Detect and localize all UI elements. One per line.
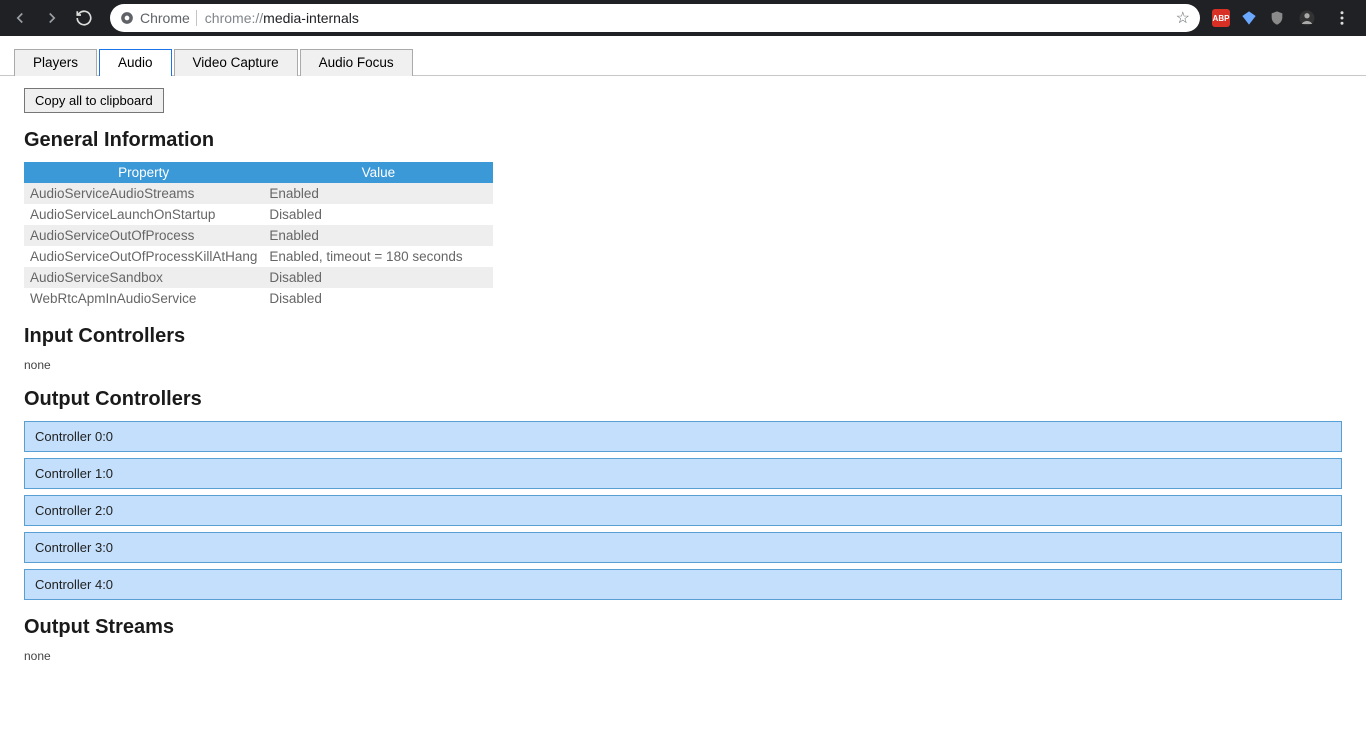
cell-property: AudioServiceSandbox bbox=[24, 267, 263, 288]
heading-output-controllers: Output Controllers bbox=[24, 388, 1342, 411]
site-chip-label: Chrome bbox=[140, 10, 190, 26]
url-text: chrome://media-internals bbox=[205, 10, 1168, 26]
table-row: AudioServiceLaunchOnStartupDisabled bbox=[24, 204, 493, 225]
output-controller-list: Controller 0:0 Controller 1:0 Controller 2… bbox=[24, 421, 1342, 600]
table-row: AudioServiceSandboxDisabled bbox=[24, 267, 493, 288]
output-controller-item[interactable]: Controller 2:0 bbox=[24, 495, 1342, 526]
table-row: AudioServiceOutOfProcessEnabled bbox=[24, 225, 493, 246]
cell-value: Enabled bbox=[263, 183, 493, 204]
tab-audio[interactable]: Audio bbox=[99, 49, 172, 76]
table-row: AudioServiceAudioStreamsEnabled bbox=[24, 183, 493, 204]
output-streams-none: none bbox=[24, 649, 1342, 663]
output-controller-item[interactable]: Controller 4:0 bbox=[24, 569, 1342, 600]
back-button[interactable] bbox=[6, 4, 34, 32]
abp-extension-icon[interactable]: ABP bbox=[1212, 9, 1230, 27]
table-row: AudioServiceOutOfProcessKillAtHangEnable… bbox=[24, 246, 493, 267]
cell-value: Enabled bbox=[263, 225, 493, 246]
extension-icon-shield[interactable] bbox=[1268, 9, 1286, 27]
bookmark-star-icon[interactable]: ☆ bbox=[1176, 8, 1190, 28]
copy-all-button[interactable]: Copy all to clipboard bbox=[24, 88, 164, 113]
extension-icons: ABP bbox=[1212, 4, 1360, 32]
heading-general-information: General Information bbox=[24, 129, 1342, 152]
forward-button[interactable] bbox=[38, 4, 66, 32]
browser-toolbar: Chrome chrome://media-internals ☆ ABP bbox=[0, 0, 1366, 36]
profile-avatar[interactable] bbox=[1296, 7, 1318, 29]
output-controller-item[interactable]: Controller 1:0 bbox=[24, 458, 1342, 489]
input-controllers-none: none bbox=[24, 358, 1342, 372]
table-header-value: Value bbox=[263, 162, 493, 183]
tab-video-capture[interactable]: Video Capture bbox=[174, 49, 298, 76]
general-info-table: Property Value AudioServiceAudioStreamsE… bbox=[24, 162, 493, 309]
tab-strip: Players Audio Video Capture Audio Focus bbox=[0, 36, 1366, 76]
main-content: Copy all to clipboard General Informatio… bbox=[0, 76, 1366, 675]
tab-audio-focus[interactable]: Audio Focus bbox=[300, 49, 413, 76]
output-controller-item[interactable]: Controller 0:0 bbox=[24, 421, 1342, 452]
site-chip: Chrome bbox=[120, 10, 197, 26]
reload-button[interactable] bbox=[70, 4, 98, 32]
cell-property: AudioServiceOutOfProcessKillAtHang bbox=[24, 246, 263, 267]
tab-players[interactable]: Players bbox=[14, 49, 97, 76]
extension-icon-gem[interactable] bbox=[1240, 9, 1258, 27]
table-header-property: Property bbox=[24, 162, 263, 183]
cell-property: AudioServiceAudioStreams bbox=[24, 183, 263, 204]
cell-property: AudioServiceLaunchOnStartup bbox=[24, 204, 263, 225]
output-controller-item[interactable]: Controller 3:0 bbox=[24, 532, 1342, 563]
cell-value: Enabled, timeout = 180 seconds bbox=[263, 246, 493, 267]
cell-value: Disabled bbox=[263, 288, 493, 309]
cell-value: Disabled bbox=[263, 204, 493, 225]
address-bar[interactable]: Chrome chrome://media-internals ☆ bbox=[110, 4, 1200, 32]
chrome-menu-button[interactable] bbox=[1328, 4, 1356, 32]
table-row: WebRtcApmInAudioServiceDisabled bbox=[24, 288, 493, 309]
heading-output-streams: Output Streams bbox=[24, 616, 1342, 639]
cell-value: Disabled bbox=[263, 267, 493, 288]
heading-input-controllers: Input Controllers bbox=[24, 325, 1342, 348]
cell-property: WebRtcApmInAudioService bbox=[24, 288, 263, 309]
cell-property: AudioServiceOutOfProcess bbox=[24, 225, 263, 246]
